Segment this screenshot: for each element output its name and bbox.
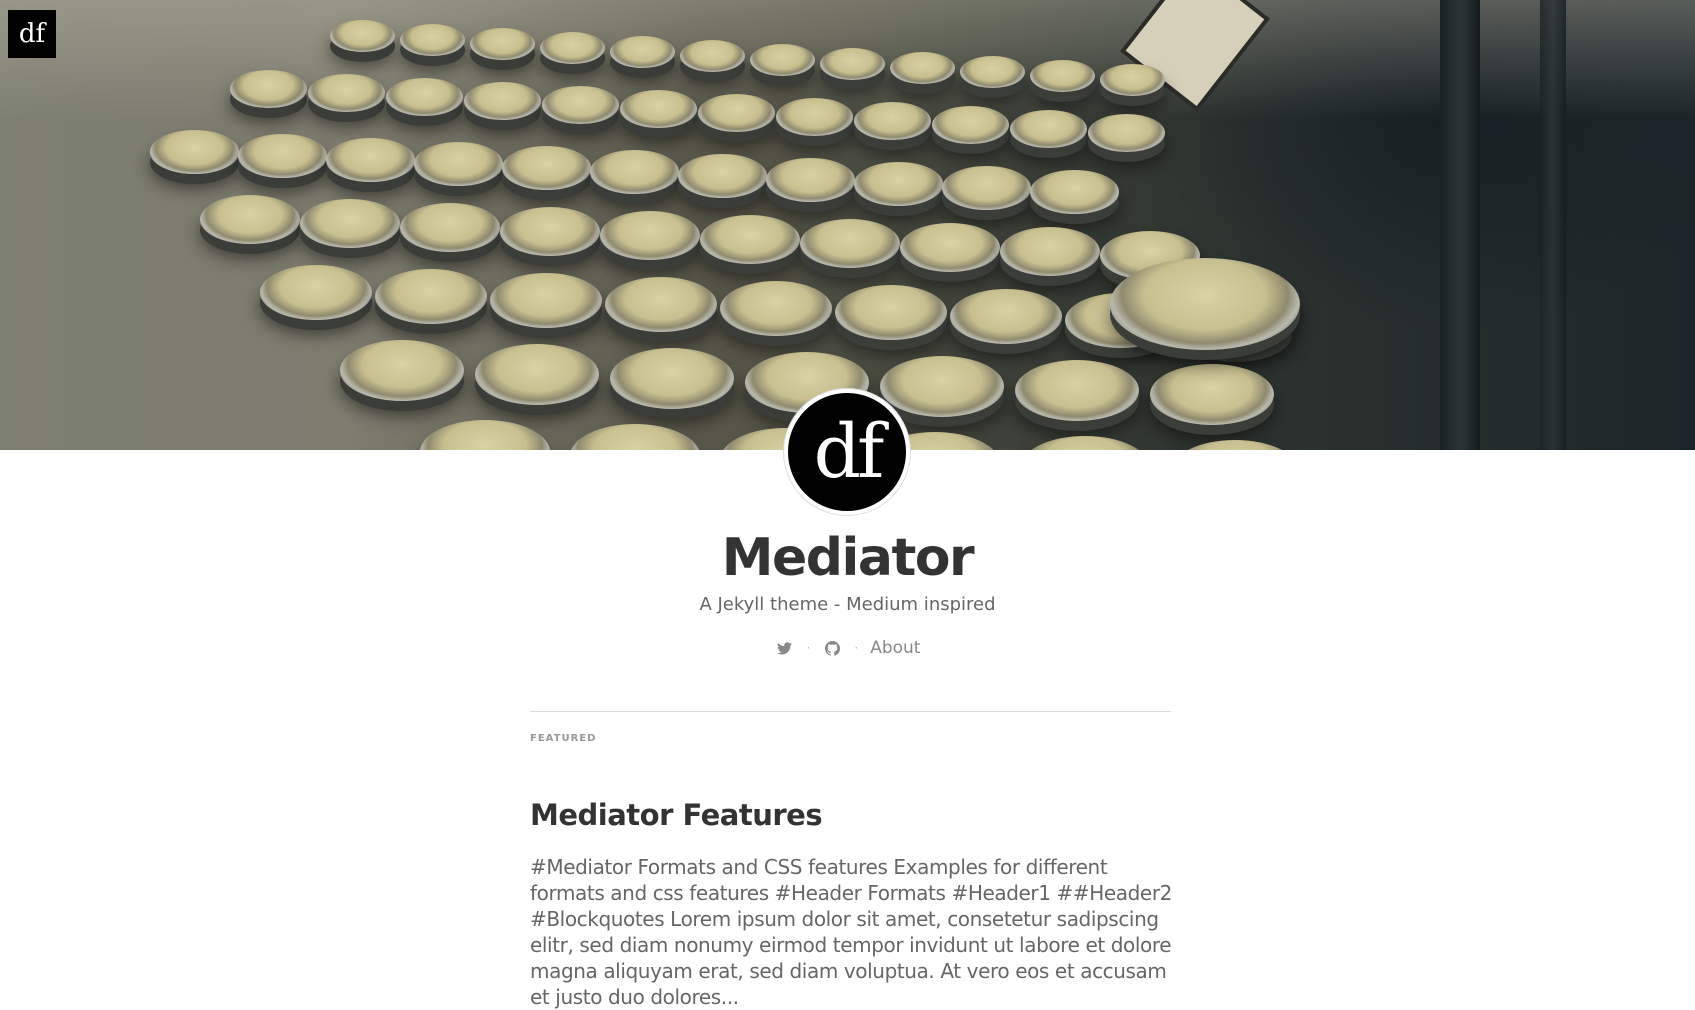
typewriter-key — [300, 199, 401, 249]
avatar: df — [784, 389, 910, 515]
typewriter-key — [854, 102, 931, 140]
site-title: Mediator — [721, 528, 975, 588]
typewriter-key — [880, 356, 1004, 417]
typewriter-key — [542, 86, 619, 124]
typewriter-key — [375, 269, 488, 325]
typewriter-key — [620, 90, 697, 128]
typewriter-key — [464, 82, 541, 120]
typewriter-key — [400, 24, 465, 56]
typewriter-key — [1110, 258, 1300, 350]
typewriter-key — [766, 158, 855, 202]
typewriter-key — [605, 277, 718, 333]
typewriter-key — [475, 344, 599, 405]
separator-dot: · — [806, 641, 811, 655]
typewriter-key — [800, 219, 901, 269]
typewriter-key — [750, 44, 815, 76]
typewriter-key — [820, 48, 885, 80]
typewriter-key — [386, 78, 463, 116]
typewriter-key — [942, 166, 1031, 210]
typewriter-key — [340, 340, 464, 401]
post-excerpt: #Mediator Formats and CSS features Examp… — [530, 855, 1172, 1009]
typewriter-key — [678, 154, 767, 198]
typewriter-key — [326, 138, 415, 182]
typewriter-key — [308, 74, 385, 112]
typewriter-key — [330, 20, 395, 52]
typewriter-key — [700, 215, 801, 265]
typewriter-key — [1015, 360, 1139, 421]
typewriter-key — [610, 348, 734, 409]
site-logo[interactable]: df — [8, 10, 56, 58]
section-divider — [530, 711, 1171, 712]
about-link[interactable]: About — [870, 638, 920, 658]
typewriter-key — [1100, 64, 1165, 96]
typewriter-key — [950, 289, 1063, 345]
typewriter-key — [1030, 170, 1119, 214]
typewriter-frame — [1440, 0, 1480, 450]
typewriter-key — [502, 146, 591, 190]
typewriter-key — [540, 32, 605, 64]
typewriter-key — [600, 211, 701, 261]
typewriter-key — [1150, 364, 1274, 425]
typewriter-key — [200, 195, 301, 245]
typewriter-key — [1170, 440, 1300, 450]
typewriter-key — [238, 134, 327, 178]
typewriter-key — [720, 281, 833, 337]
typewriter-key — [590, 150, 679, 194]
typewriter-key — [680, 40, 745, 72]
typewriter-key — [835, 285, 948, 341]
featured-label: FEATURED — [530, 733, 597, 744]
typewriter-key — [1030, 60, 1095, 92]
logo-text: df — [18, 19, 46, 49]
typewriter-key — [610, 36, 675, 68]
typewriter-key — [414, 142, 503, 186]
typewriter-key — [854, 162, 943, 206]
typewriter-key — [1010, 110, 1087, 148]
typewriter-key — [500, 207, 601, 257]
typewriter-key — [400, 203, 501, 253]
typewriter-key — [890, 52, 955, 84]
typewriter-frame — [1540, 0, 1566, 450]
typewriter-key — [1020, 436, 1150, 450]
social-links: · · About — [0, 638, 1695, 658]
typewriter-key — [960, 56, 1025, 88]
typewriter-key — [698, 94, 775, 132]
typewriter-key — [932, 106, 1009, 144]
typewriter-key — [260, 265, 373, 321]
typewriter-key — [900, 223, 1001, 273]
typewriter-key — [490, 273, 603, 329]
typewriter-key — [470, 28, 535, 60]
cover-image — [0, 0, 1695, 450]
site-tagline: A Jekyll theme - Medium inspired — [699, 594, 996, 615]
post-title-link[interactable]: Mediator Features — [530, 798, 823, 832]
github-icon[interactable] — [822, 638, 842, 658]
typewriter-key — [230, 70, 307, 108]
twitter-icon[interactable] — [775, 638, 795, 658]
typewriter-key — [776, 98, 853, 136]
typewriter-key — [150, 130, 239, 174]
avatar-text: df — [813, 409, 885, 495]
separator-dot: · — [854, 641, 859, 655]
typewriter-key — [1000, 227, 1101, 277]
typewriter-key — [1088, 114, 1165, 152]
